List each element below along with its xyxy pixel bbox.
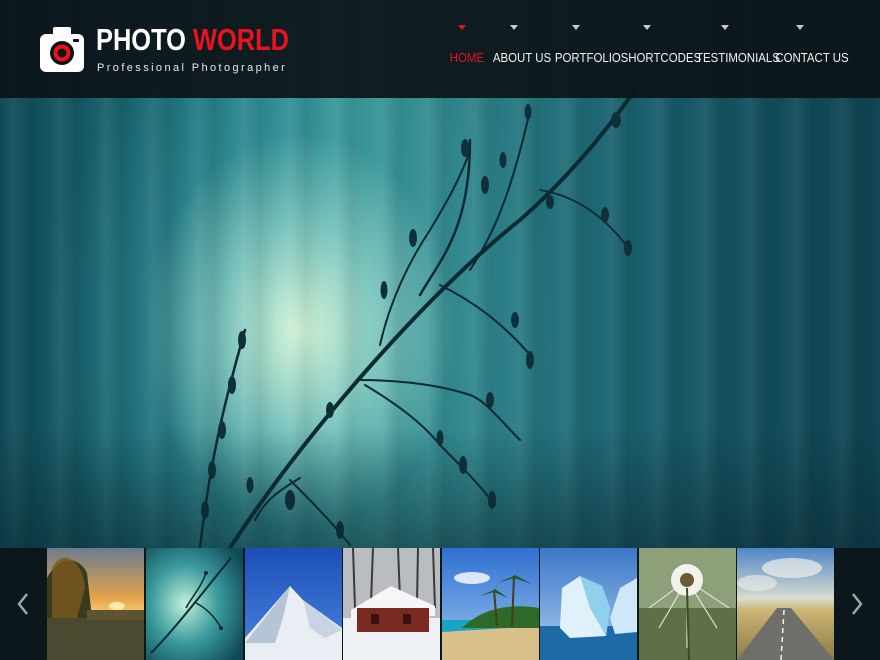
chevron-right-icon[interactable]: [834, 548, 880, 660]
thumbnail-snow-cabin[interactable]: [343, 548, 440, 660]
caret-down-icon: [572, 25, 580, 30]
nav-item-contact-us[interactable]: CONTACT US: [772, 25, 849, 65]
thumbnail-country-road[interactable]: [737, 548, 834, 660]
nav-item-portfolio[interactable]: PORTFOLIO: [552, 25, 621, 65]
nav-item-label: CONTACT US: [775, 50, 849, 65]
thumbnail-snow-mountain[interactable]: [245, 548, 342, 660]
site-header: PHOTO WORLD Professional Photographer HO…: [0, 0, 880, 98]
caret-down-icon: [721, 25, 729, 30]
nav-item-label: SHORTCODES: [620, 50, 702, 65]
main-nav: HOME ABOUT US PORTFOLIO SHORTCODES TESTI…: [0, 25, 880, 85]
nav-item-label: TESTIMONIALS: [695, 50, 780, 65]
thumbnail-iceberg[interactable]: [540, 548, 637, 660]
caret-down-icon: [458, 25, 466, 30]
thumbnail-carousel: [0, 548, 880, 660]
nav-item-label: HOME: [449, 50, 484, 65]
thumbnail-sunset-lake[interactable]: [47, 548, 144, 660]
nav-item-about-us[interactable]: ABOUT US: [490, 25, 552, 65]
nav-item-label: PORTFOLIO: [554, 50, 621, 65]
caret-down-icon: [510, 25, 518, 30]
caret-down-icon: [643, 25, 651, 30]
chevron-left-icon[interactable]: [0, 548, 46, 660]
thumbnail-dandelion[interactable]: [639, 548, 736, 660]
nav-item-home[interactable]: HOME: [448, 25, 484, 65]
caret-down-icon: [796, 25, 804, 30]
thumbnail-plant-teal[interactable]: [146, 548, 243, 660]
nav-item-label: ABOUT US: [492, 50, 552, 65]
nav-item-testimonials[interactable]: TESTIMONIALS: [692, 25, 780, 65]
hero-bottom-fade: [0, 428, 880, 548]
thumbnail-beach-palms[interactable]: [442, 548, 539, 660]
nav-item-shortcodes[interactable]: SHORTCODES: [617, 25, 702, 65]
